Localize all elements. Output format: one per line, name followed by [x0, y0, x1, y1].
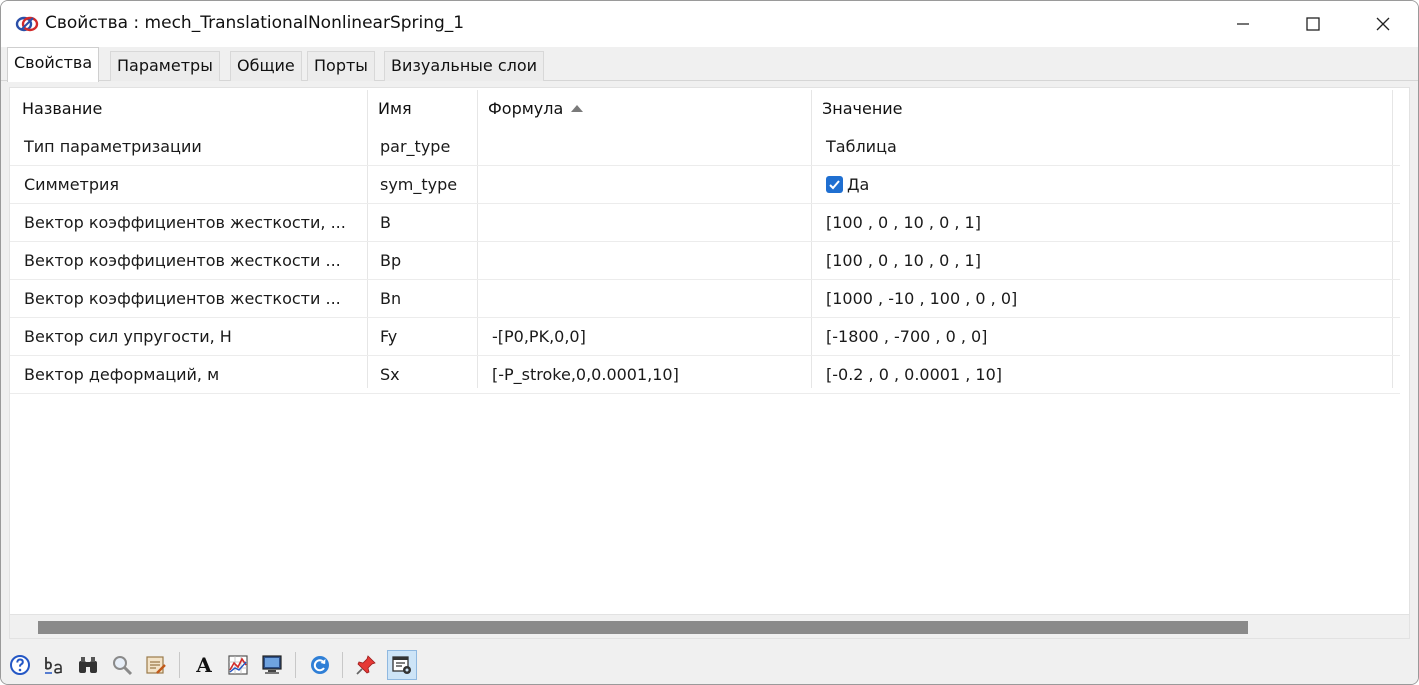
cell-value[interactable]: [100 , 0 , 10 , 0 , 1]: [812, 204, 1392, 241]
close-button[interactable]: [1348, 1, 1418, 47]
bottom-toolbar: A: [1, 646, 1418, 684]
chart-button[interactable]: [223, 650, 253, 680]
edit-properties-button[interactable]: [141, 650, 171, 680]
checkbox-label: Да: [847, 175, 870, 194]
binoculars-icon: [79, 657, 97, 673]
cell-value[interactable]: [-1800 , -700 , 0 , 0]: [812, 318, 1392, 355]
cell-value[interactable]: Да: [812, 166, 1392, 203]
sort-ba-icon: [45, 657, 62, 674]
monitor-icon: [262, 655, 282, 674]
column-header-formula-label: Формула: [488, 99, 564, 118]
table-row[interactable]: Вектор коэффициентов жесткости, ... B [1…: [10, 204, 1400, 242]
cell-value[interactable]: [1000 , -10 , 100 , 0 , 0]: [812, 280, 1392, 317]
cell-value[interactable]: [100 , 0 , 10 , 0 , 1]: [812, 242, 1392, 279]
monitor-button[interactable]: [257, 650, 287, 680]
toolbar-separator: [342, 652, 343, 678]
cell-formula[interactable]: [478, 128, 812, 165]
cell-id: Sx: [380, 365, 400, 384]
cell-name: Вектор коэффициентов жесткости ...: [24, 289, 341, 308]
toolbar-separator: [179, 652, 180, 678]
column-header-id[interactable]: Имя: [368, 88, 478, 128]
maximize-button[interactable]: [1278, 1, 1348, 47]
table-row[interactable]: Вектор деформаций, м Sx [-P_stroke,0,0.0…: [10, 356, 1400, 394]
table-row[interactable]: Симметрия sym_type Да: [10, 166, 1400, 204]
properties-window: Свойства : mech_TranslationalNonlinearSp…: [0, 0, 1419, 685]
cell-id: par_type: [380, 137, 451, 156]
tab-parameters[interactable]: Параметры: [110, 51, 220, 81]
magnifier-icon: [113, 656, 133, 676]
app-logo-icon: [15, 16, 39, 32]
cell-id: Bn: [380, 289, 402, 308]
maximize-icon: [1306, 17, 1320, 31]
checkmark-icon: [829, 180, 840, 190]
help-icon: [10, 655, 30, 675]
table-row[interactable]: Вектор коэффициентов жесткости ... Bn [1…: [10, 280, 1400, 318]
tab-ports[interactable]: Порты: [307, 51, 375, 81]
pin-button[interactable]: [351, 650, 381, 680]
column-header-formula[interactable]: Формула: [478, 88, 812, 128]
table-row[interactable]: Вектор сил упругости, Н Fy -[P0,PK,0,0] …: [10, 318, 1400, 356]
title-bar[interactable]: Свойства : mech_TranslationalNonlinearSp…: [1, 1, 1418, 47]
tab-general[interactable]: Общие: [230, 51, 302, 81]
minimize-icon: [1237, 23, 1249, 25]
table-row[interactable]: Вектор коэффициентов жесткости ... Bp [1…: [10, 242, 1400, 280]
cell-name: Вектор деформаций, м: [24, 365, 220, 384]
column-header-value[interactable]: Значение: [812, 88, 1392, 128]
close-icon: [1376, 17, 1390, 31]
horizontal-scrollbar[interactable]: [9, 615, 1410, 639]
cell-id: Bp: [380, 251, 402, 270]
tab-visual-layers[interactable]: Визуальные слои: [384, 51, 545, 81]
cell-formula[interactable]: [-P_stroke,0,0.0001,10]: [478, 356, 812, 393]
cell-name: Тип параметризации: [24, 137, 202, 156]
cell-name: Вектор сил упругости, Н: [24, 327, 232, 346]
font-button[interactable]: A: [189, 650, 219, 680]
minimize-button[interactable]: [1208, 1, 1278, 47]
cell-id: sym_type: [380, 175, 458, 194]
cell-formula[interactable]: -[P0,PK,0,0]: [478, 318, 812, 355]
scrollbar-thumb[interactable]: [38, 621, 1248, 634]
cell-name: Вектор коэффициентов жесткости ...: [24, 251, 341, 270]
cell-id: B: [380, 213, 391, 232]
cell-name: Симметрия: [24, 175, 120, 194]
cell-value[interactable]: Таблица: [812, 128, 1392, 165]
cell-formula[interactable]: [478, 280, 812, 317]
symmetry-checkbox[interactable]: [826, 176, 843, 193]
chart-icon: [228, 655, 248, 675]
cell-formula[interactable]: [478, 242, 812, 279]
cell-formula[interactable]: [478, 166, 812, 203]
cell-formula[interactable]: [478, 204, 812, 241]
tab-properties[interactable]: Свойства: [7, 47, 100, 82]
refresh-button[interactable]: [305, 650, 335, 680]
sort-ba-button[interactable]: [39, 650, 69, 680]
font-icon: A: [196, 653, 212, 677]
cell-value[interactable]: [-0.2 , 0 , 0.0001 , 10]: [812, 356, 1392, 393]
edit-properties-icon: [146, 656, 166, 674]
toolbar-separator: [295, 652, 296, 678]
tab-bar: Свойства Параметры Общие Порты Визуальны…: [1, 47, 1418, 82]
help-button[interactable]: [5, 650, 35, 680]
refresh-icon: [311, 656, 329, 674]
window-settings-button[interactable]: [387, 650, 417, 680]
cell-id: Fy: [380, 327, 398, 346]
cell-name: Вектор коэффициентов жесткости, ...: [24, 213, 346, 232]
window-settings-icon: [392, 656, 411, 674]
pin-icon: [356, 655, 376, 675]
search-button[interactable]: [107, 650, 137, 680]
properties-table: Название Имя Формула Значение Тип параме…: [9, 87, 1410, 615]
column-header-name[interactable]: Название: [12, 88, 368, 128]
table-row[interactable]: Тип параметризации par_type Таблица: [10, 128, 1400, 166]
window-title: Свойства : mech_TranslationalNonlinearSp…: [45, 13, 465, 33]
sort-ascending-icon: [571, 105, 584, 112]
find-button[interactable]: [73, 650, 103, 680]
